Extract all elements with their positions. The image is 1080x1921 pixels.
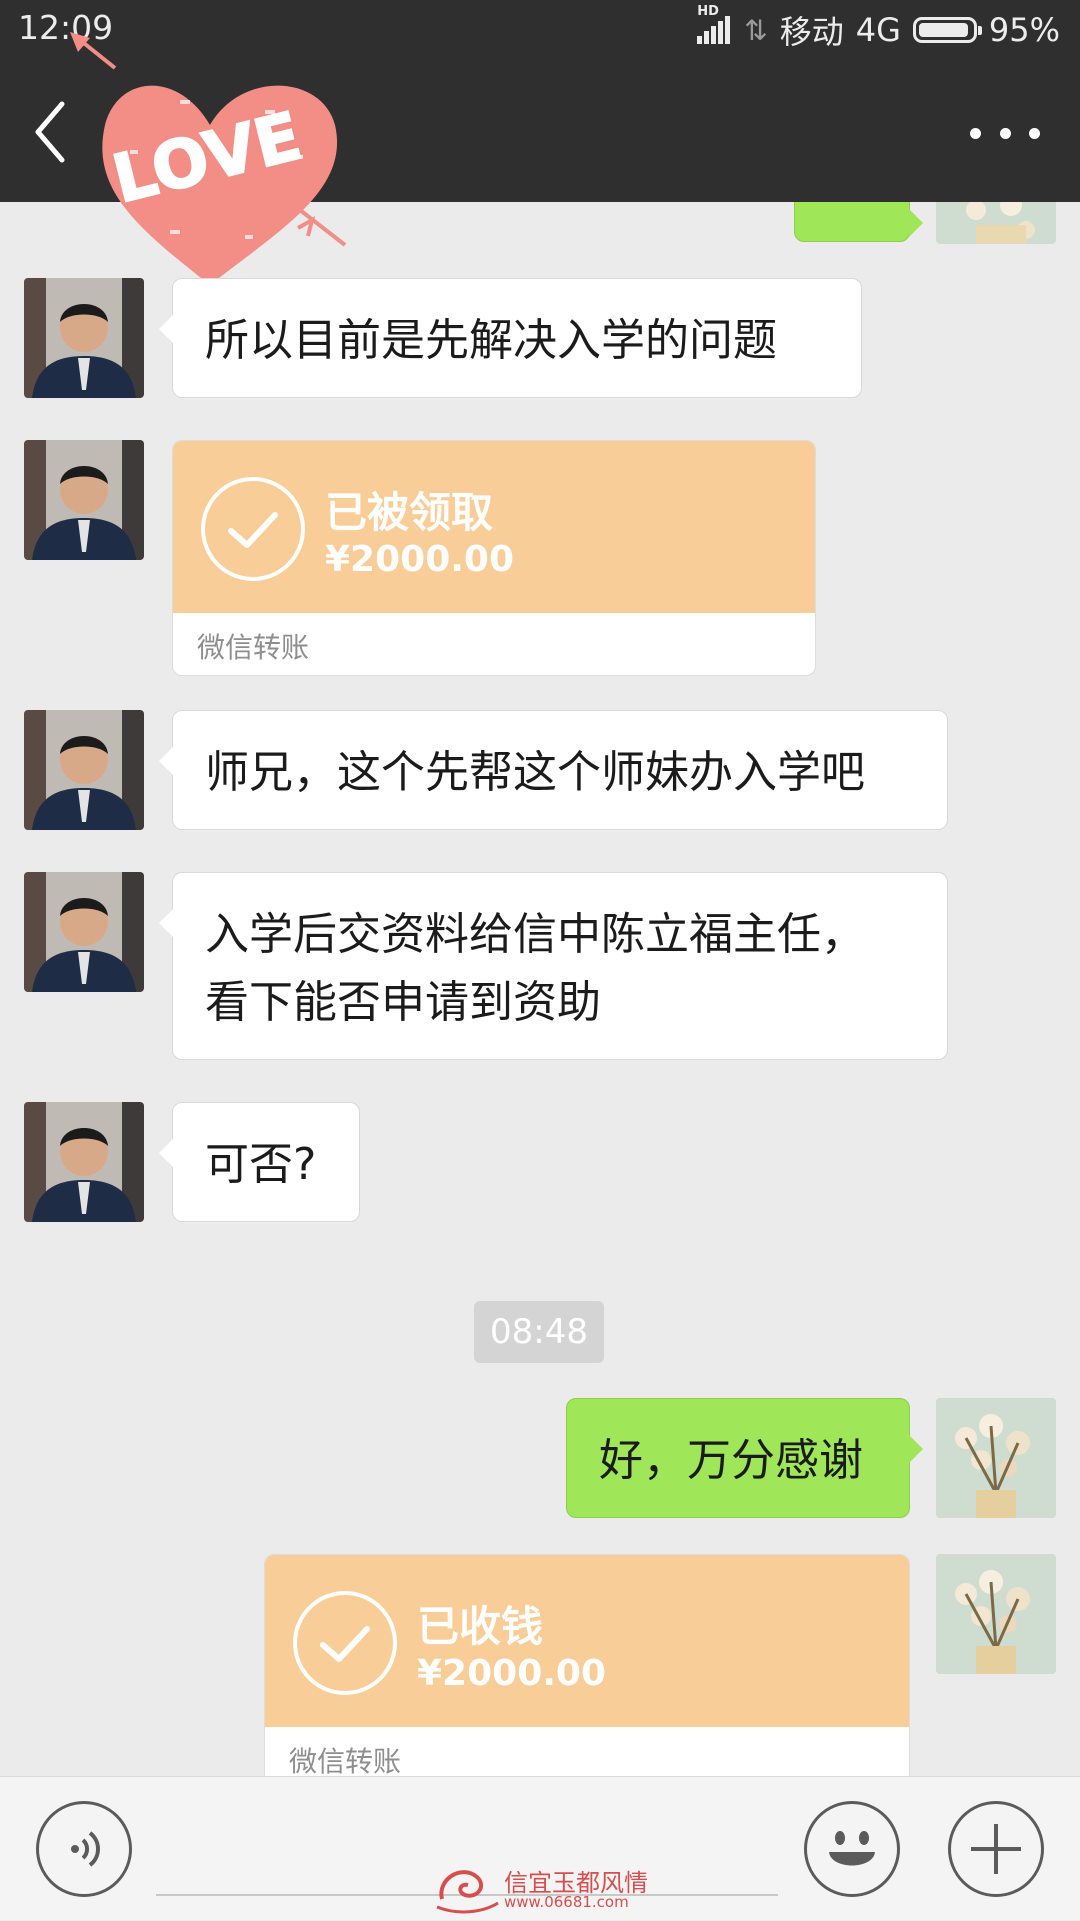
- more-horizontal-icon: [970, 127, 981, 139]
- emoji-button[interactable]: [804, 1801, 900, 1897]
- message-bubble[interactable]: 师兄，这个先帮这个师妹办入学吧: [159, 710, 948, 830]
- timestamp-chip: 08:48: [474, 1301, 604, 1363]
- message-bubble[interactable]: 可否?: [159, 1102, 360, 1222]
- message-text: 所以目前是先解决入学的问题: [205, 315, 777, 366]
- battery-icon: [912, 17, 982, 43]
- emoji-icon: [829, 1831, 875, 1866]
- avatar-flowers-image: [936, 1398, 1056, 1518]
- message-text: 师兄，这个先帮这个师妹办入学吧: [205, 747, 865, 798]
- message-bubble[interactable]: 所以目前是先解决入学的问题: [159, 278, 862, 398]
- status-icons: HD ⇅ 移动 4G 95%: [685, 4, 1060, 52]
- message-text: 可否?: [205, 1139, 317, 1190]
- transfer-status: 已被领取: [325, 488, 494, 537]
- contact-avatar[interactable]: [24, 872, 144, 992]
- battery-percent: 95%: [988, 11, 1060, 49]
- avatar-man-photo: [24, 440, 144, 560]
- plus-icon: [971, 1824, 1021, 1874]
- sent-message-bubble[interactable]: 好，万分感谢: [566, 1398, 923, 1518]
- check-circle-icon: [201, 477, 305, 581]
- network-type: 4G: [855, 11, 901, 49]
- avatar-flowers-image: [936, 1554, 1056, 1674]
- watermark-swirl-icon: [436, 1870, 499, 1914]
- check-circle-icon: [293, 1591, 397, 1695]
- message-bubble[interactable]: 入学后交资料给信中陈立福主任， 看下能否申请到资助: [159, 872, 948, 1060]
- network-badge: HD: [697, 4, 719, 19]
- contact-avatar[interactable]: [24, 710, 144, 830]
- transfer-label: 微信转账: [197, 631, 310, 664]
- message-text-line: 入学后交资料给信中陈立福主任，: [205, 909, 865, 960]
- avatar-man-photo: [24, 872, 144, 992]
- avatar-man-photo: [24, 278, 144, 398]
- transfer-card-accepted[interactable]: 已收钱 ¥2000.00 微信转账: [264, 1554, 910, 1776]
- my-avatar[interactable]: [936, 1398, 1056, 1518]
- transfer-amount: ¥2000.00: [325, 539, 515, 580]
- transfer-status: 已收钱: [417, 1602, 544, 1651]
- my-avatar[interactable]: [936, 1554, 1056, 1674]
- more-button[interactable]: [970, 118, 1040, 148]
- avatar-man-photo: [24, 1102, 144, 1222]
- transfer-card-received[interactable]: 已被领取 ¥2000.00 微信转账: [172, 440, 816, 676]
- voice-icon: [71, 1831, 100, 1867]
- my-avatar[interactable]: [936, 202, 1056, 244]
- watermark-logo: 信宜玉都风情 www.06681.com: [432, 1859, 652, 1917]
- avatar-man-photo: [24, 710, 144, 830]
- contact-avatar[interactable]: [24, 1102, 144, 1222]
- transfer-amount: ¥2000.00: [417, 1653, 607, 1694]
- signal-icon: HD: [697, 4, 732, 44]
- carrier-name: 移动: [779, 13, 844, 51]
- chat-area[interactable]: 所以目前是先解决入学的问题 已被领取 ¥2000.00 微信转账 师兄，这个先帮…: [0, 202, 1080, 1776]
- watermark-url: www.06681.com: [504, 1893, 629, 1911]
- input-bar: 信宜玉都风情 www.06681.com: [0, 1776, 1080, 1920]
- message-text-line: 看下能否申请到资助: [205, 977, 601, 1028]
- voice-button[interactable]: [36, 1801, 132, 1897]
- previous-sent-bubble[interactable]: [794, 202, 923, 242]
- data-arrows-icon: ⇅: [744, 13, 768, 47]
- contact-avatar[interactable]: [24, 440, 144, 560]
- avatar-flowers-image: [936, 202, 1056, 244]
- plus-button[interactable]: [948, 1801, 1044, 1897]
- message-text: 好，万分感谢: [599, 1435, 863, 1486]
- transfer-label: 微信转账: [289, 1745, 402, 1776]
- contact-avatar[interactable]: [24, 278, 144, 398]
